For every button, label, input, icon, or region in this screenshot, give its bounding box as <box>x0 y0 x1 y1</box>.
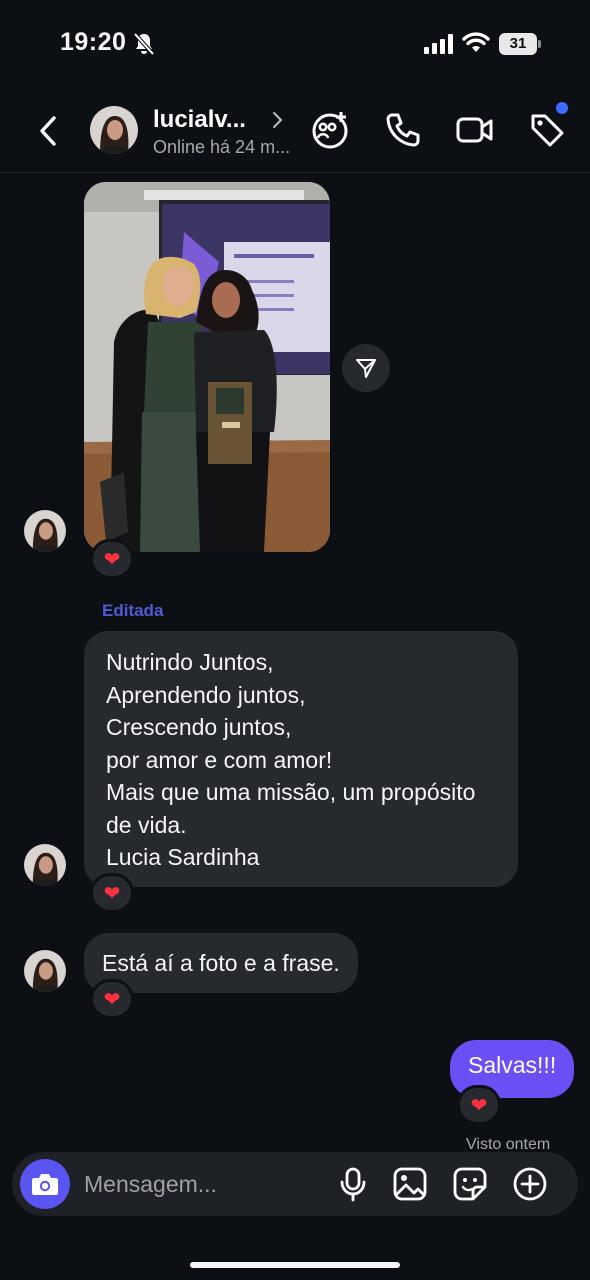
share-photo-button[interactable] <box>342 344 390 392</box>
add-people-icon[interactable] <box>310 110 350 150</box>
heart-reaction[interactable]: ❤ <box>90 979 134 1019</box>
chevron-right-icon[interactable] <box>270 110 284 130</box>
sender-avatar[interactable] <box>24 510 66 552</box>
add-icon[interactable] <box>512 1166 548 1202</box>
bell-off-icon <box>133 32 155 56</box>
message-line: Aprendendo juntos, <box>106 681 306 708</box>
message-line: Mais que uma missão, um propósito <box>106 779 476 805</box>
heart-icon: ❤ <box>103 988 121 1011</box>
send-icon <box>356 359 376 378</box>
camera-icon <box>32 1174 58 1195</box>
message-line: Nutrindo Juntos, <box>106 649 274 675</box>
heart-icon: ❤ <box>103 882 121 905</box>
message-line: Crescendo juntos, <box>106 714 292 740</box>
tag-icon[interactable] <box>527 110 567 150</box>
back-button[interactable] <box>34 112 62 150</box>
message-line: Lucia Sardinha <box>106 844 260 870</box>
message-input[interactable] <box>84 1168 314 1200</box>
notification-dot <box>556 102 568 114</box>
header-divider <box>0 172 590 173</box>
gallery-icon[interactable] <box>392 1166 428 1202</box>
status-time: 19:20 <box>60 28 127 56</box>
wifi-icon <box>462 32 490 52</box>
message-line: por amor e com amor! <box>106 746 333 773</box>
message-text: Salvas!!! <box>468 1052 557 1078</box>
message-line: de vida. <box>106 811 187 838</box>
sender-avatar[interactable] <box>24 950 66 992</box>
heart-reaction[interactable]: ❤ <box>90 873 134 913</box>
sender-avatar[interactable] <box>24 844 66 886</box>
photo-message[interactable] <box>84 182 330 552</box>
battery-cap <box>538 40 541 48</box>
message-text: Está aí a foto e a frase. <box>102 950 340 976</box>
heart-icon: ❤ <box>470 1094 488 1117</box>
sticker-icon[interactable] <box>452 1166 488 1202</box>
home-indicator[interactable] <box>190 1262 400 1268</box>
heart-reaction[interactable]: ❤ <box>90 539 134 579</box>
heart-icon: ❤ <box>103 548 121 571</box>
camera-button[interactable] <box>20 1159 70 1209</box>
signal-icon <box>424 34 453 54</box>
phone-call-icon[interactable] <box>383 110 423 150</box>
battery-level: 31 <box>499 33 537 55</box>
contact-name[interactable]: lucialv... <box>153 106 246 134</box>
edited-label: Editada <box>102 601 164 620</box>
microphone-icon[interactable] <box>335 1166 371 1202</box>
contact-status: Online há 24 m... <box>153 137 291 157</box>
heart-reaction[interactable]: ❤ <box>457 1085 501 1125</box>
message-bubble[interactable]: Nutrindo Juntos, Aprendendo juntos, Cres… <box>84 631 518 887</box>
contact-avatar[interactable] <box>90 106 138 154</box>
battery-indicator: 31 <box>499 33 541 55</box>
video-call-icon[interactable] <box>455 110 495 150</box>
